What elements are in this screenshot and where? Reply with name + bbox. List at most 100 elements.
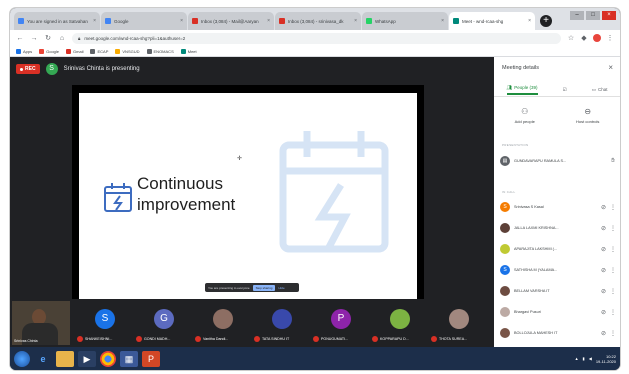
media-player-icon[interactable]: ▶	[78, 350, 96, 367]
clock[interactable]: 10:22 19-11-2020	[596, 354, 616, 364]
mic-off-icon[interactable]: ⊘	[601, 288, 606, 295]
profile-avatar[interactable]	[593, 34, 601, 42]
forward-icon[interactable]: →	[30, 35, 38, 42]
mic-off-icon	[136, 336, 142, 342]
extension-icon[interactable]: ◆	[580, 34, 588, 42]
address-bar[interactable]: 🔒︎ meet.google.com/wnd-rcaa-shg?pli=1&au…	[72, 32, 561, 44]
mic-off-icon[interactable]: ⊘	[601, 204, 606, 211]
close-icon[interactable]: ×	[93, 18, 96, 24]
more-options-icon[interactable]: ⋮	[610, 267, 616, 274]
tab-activities[interactable]: ☑	[563, 87, 567, 93]
powerpoint-icon[interactable]: P	[142, 350, 160, 367]
stop-sharing-button[interactable]: Stop sharing	[252, 284, 276, 291]
close-icon[interactable]: ×	[354, 18, 357, 24]
close-icon[interactable]: ×	[441, 18, 444, 24]
person-avatar	[500, 328, 510, 338]
browser-tab-active[interactable]: Meet - wnd-rcaa-shg ×	[449, 12, 535, 30]
people-list-item[interactable]: BOLLOJULA MAHESH IT ⊘ ⋮	[500, 325, 616, 341]
bookmark-item[interactable]: Google	[39, 48, 59, 54]
tab-people[interactable]: 👥︎ People (39)	[506, 85, 538, 95]
mic-off-icon[interactable]: ⊘	[601, 330, 606, 337]
mic-off-icon	[431, 336, 437, 342]
tab-favicon	[105, 18, 111, 24]
participant-name: Vanitha Dandi...	[203, 337, 229, 341]
bookmark-item[interactable]: Apps	[16, 48, 32, 54]
browser-tab[interactable]: Google ×	[101, 12, 187, 30]
person-name: JALLA LAXMI KRISHNA...	[514, 226, 559, 230]
tray-arrow-icon[interactable]: ▲	[575, 356, 579, 361]
start-button[interactable]	[14, 350, 30, 367]
mic-off-icon[interactable]: ⊘	[601, 246, 606, 253]
chrome-icon[interactable]	[100, 350, 116, 367]
panel-tabs: 👥︎ People (39) ☑ ▭ Chat	[494, 83, 620, 97]
mic-off-icon[interactable]: ⊘	[601, 309, 606, 316]
close-icon[interactable]: ×	[267, 18, 270, 24]
home-icon[interactable]: ⌂	[58, 35, 66, 42]
more-options-icon[interactable]: ⋮	[610, 225, 616, 232]
participant-tile[interactable]: G GONDI MADH...	[135, 301, 193, 345]
participant-name: SHANKEISHNI...	[85, 337, 113, 341]
people-list-item[interactable]: BELLAM VARSHA IT ⊘ ⋮	[500, 283, 616, 299]
people-list-item[interactable]: JALLA LAXMI KRISHNA... ⊘ ⋮	[500, 220, 616, 236]
menu-icon[interactable]: ⋮	[606, 34, 614, 42]
bookmark-item[interactable]: Gmail	[66, 48, 83, 54]
tab-chat[interactable]: ▭ Chat	[592, 87, 608, 93]
bookmark-item[interactable]: Meet	[180, 48, 197, 54]
more-options-icon[interactable]: ⋮	[610, 330, 616, 337]
browser-tab[interactable]: Inbox (3,084) - Mail@Aaryan ×	[188, 12, 274, 30]
more-options-icon[interactable]: ⋮	[610, 246, 616, 253]
participant-tile[interactable]: P PONUGUMATI...	[312, 301, 370, 345]
participant-tile[interactable]: Vanitha Dandi...	[194, 301, 252, 345]
people-list-item[interactable]: S Srinivasa S Kasal ⊘ ⋮	[500, 199, 616, 215]
reload-icon[interactable]: ↻	[44, 34, 52, 42]
close-icon[interactable]: ×	[180, 18, 183, 24]
volume-icon[interactable]: ◀︎	[589, 356, 592, 361]
participant-tile[interactable]: S SHANKEISHNI...	[76, 301, 134, 345]
participant-tile[interactable]: TATA SINDHU IT	[253, 301, 311, 345]
browser-tab[interactable]: Inbox (3,084) - srinivasa_dk ×	[275, 12, 361, 30]
participant-tile[interactable]: THOTA SUREA...	[430, 301, 488, 345]
add-people-button[interactable]: ⚇ Add people	[515, 107, 535, 124]
person-avatar	[500, 307, 510, 317]
slide-title: Continuous improvement	[137, 174, 236, 214]
people-list-item[interactable]: S SATHISHA M (YALAMA... ⊘ ⋮	[500, 262, 616, 278]
people-list-item[interactable]: APARAJITA LAKSHMI (... ⊘ ⋮	[500, 241, 616, 257]
more-options-icon[interactable]: ⋮	[610, 309, 616, 316]
mic-off-icon[interactable]: ⊘	[601, 267, 606, 274]
meet-stage: REC S Srinivas Chinta is presenting Cont…	[10, 57, 494, 320]
self-video-tile[interactable]: Srinivas Chinta	[12, 301, 70, 345]
tab-favicon	[453, 18, 459, 24]
participant-label: GONDI MADH...	[136, 336, 170, 342]
bookmark-item[interactable]: VNSGUD	[115, 48, 140, 54]
maximize-button[interactable]: □	[586, 11, 600, 20]
new-tab-button[interactable]: +	[540, 15, 552, 27]
browser-tab[interactable]: WhatsApp ×	[362, 12, 448, 30]
mic-off-icon[interactable]: ⊘	[601, 225, 606, 232]
more-options-icon[interactable]: ⋮	[610, 288, 616, 295]
network-icon[interactable]: ▮	[583, 356, 585, 361]
hide-share-bar-button[interactable]: Hide	[278, 286, 284, 290]
more-options-icon[interactable]: ⋮	[610, 204, 616, 211]
close-window-button[interactable]: ×	[602, 11, 616, 20]
presenting-row[interactable]: ▤ GUNDAVARAPU RAMULA S... ✋︎	[500, 153, 616, 169]
participant-tile[interactable]: KOPPARAPU D...	[371, 301, 429, 345]
bookmark-item[interactable]: ECAP	[90, 48, 108, 54]
mic-off-icon	[195, 336, 201, 342]
back-icon[interactable]: ←	[16, 35, 24, 42]
close-panel-icon[interactable]: ×	[608, 63, 613, 72]
close-icon[interactable]: ×	[528, 18, 531, 24]
bookmark-item[interactable]: ENOMACS	[146, 48, 174, 54]
browser-tab[interactable]: You are signed in as Satvahan ×	[14, 12, 100, 30]
star-icon[interactable]: ☆	[567, 34, 575, 42]
folder-icon[interactable]	[56, 350, 74, 367]
person-avatar	[500, 286, 510, 296]
clock-date: 19-11-2020	[595, 358, 616, 364]
minimize-button[interactable]: –	[570, 11, 584, 20]
bookmark-icon	[115, 48, 121, 54]
people-list-item[interactable]: Bhargavi Pusuri ⊘ ⋮	[500, 304, 616, 320]
internet-explorer-icon[interactable]: e	[34, 351, 52, 367]
screen-share-bar: You are presenting to everyone Stop shar…	[205, 283, 299, 292]
host-controls-button[interactable]: ⊖ Host controls	[576, 107, 599, 124]
hand-icon[interactable]: ✋︎	[610, 158, 616, 165]
app-icon[interactable]: ▦	[120, 350, 138, 367]
